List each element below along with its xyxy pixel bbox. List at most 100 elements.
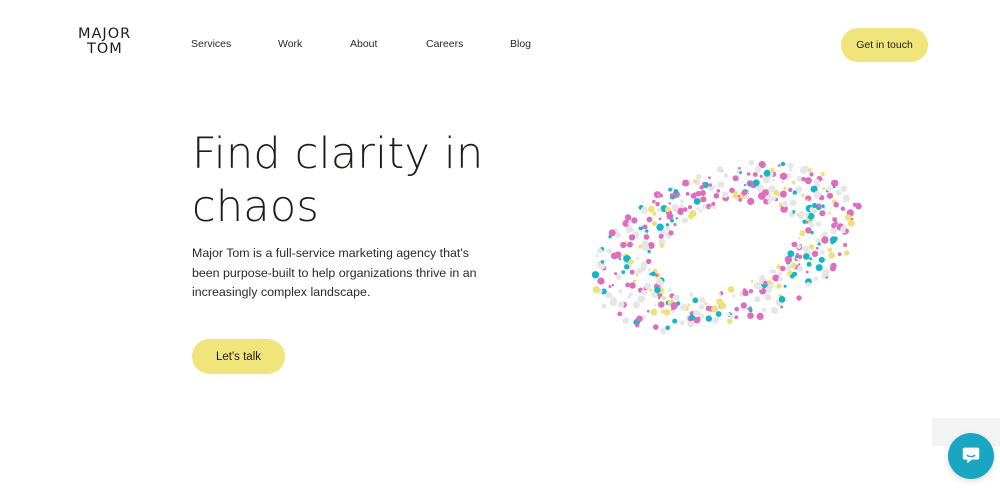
particle-dot: [668, 187, 672, 192]
particle-dot: [639, 224, 642, 228]
particle-dot: [807, 168, 812, 173]
particle-dot: [763, 280, 768, 286]
particle-dot: [626, 230, 630, 234]
particle-dot: [805, 282, 811, 288]
particle-dot: [705, 315, 712, 322]
particle-dot: [634, 302, 637, 306]
particle-dot: [653, 324, 659, 330]
particle-dot: [742, 288, 747, 293]
particle-dot: [797, 265, 804, 272]
chat-button[interactable]: [948, 433, 994, 479]
particle-dot: [770, 168, 775, 173]
particle-dot: [828, 211, 831, 215]
particle-dot: [692, 179, 698, 184]
logo[interactable]: MAJOR TOM: [78, 27, 138, 57]
nav-item-services[interactable]: Services: [191, 37, 278, 51]
particle-dot: [671, 309, 675, 314]
particle-dot: [693, 310, 701, 318]
nav-item-work[interactable]: Work: [278, 37, 350, 51]
particle-dot: [727, 312, 731, 317]
particle-dot: [783, 284, 787, 288]
particle-dot: [708, 176, 711, 180]
particle-dot: [748, 289, 754, 294]
particle-dot: [632, 301, 640, 309]
particle-dot: [721, 191, 729, 198]
particle-dot: [819, 210, 826, 217]
particle-dot: [746, 172, 751, 176]
particle-dot: [718, 292, 721, 296]
particle-dot: [788, 168, 793, 172]
main-nav: Services Work About Careers Blog: [191, 37, 550, 51]
particle-dot: [623, 261, 627, 265]
particle-dot: [656, 223, 664, 231]
particle-dot: [734, 306, 739, 312]
particle-dot: [772, 179, 775, 182]
particle-dot: [655, 201, 660, 207]
particle-dot: [631, 217, 638, 224]
particle-dot: [679, 320, 685, 326]
particle-dot: [744, 194, 750, 200]
particle-dot: [642, 224, 648, 230]
particle-dot: [798, 254, 803, 259]
particle-dot: [675, 217, 678, 220]
particle-dot: [596, 254, 599, 257]
particle-dot: [729, 187, 735, 194]
particle-dot: [695, 174, 702, 180]
particle-dot: [712, 317, 719, 324]
particle-dot: [830, 262, 837, 270]
particle-dot: [701, 182, 706, 186]
particle-dot: [763, 170, 771, 177]
particle-dot: [806, 261, 812, 267]
particle-dot: [778, 276, 783, 282]
particle-dot: [747, 191, 750, 194]
get-in-touch-button[interactable]: Get in touch: [841, 28, 928, 62]
particle-dot: [671, 204, 679, 212]
particle-dot: [765, 287, 772, 293]
particle-dot: [711, 201, 716, 206]
nav-item-careers[interactable]: Careers: [426, 37, 510, 51]
particle-dot: [807, 212, 815, 220]
particle-dot: [738, 198, 742, 202]
nav-item-blog[interactable]: Blog: [510, 37, 550, 51]
particle-dot: [764, 293, 772, 301]
lets-talk-button[interactable]: Let's talk: [192, 339, 285, 374]
particle-dot: [844, 214, 852, 221]
particle-dot: [840, 206, 846, 211]
particle-dot: [797, 236, 801, 240]
particle-dot: [799, 230, 806, 237]
particle-dot: [826, 192, 834, 199]
particle-dot: [758, 285, 763, 290]
particle-dot: [855, 202, 862, 210]
particle-dot: [831, 222, 837, 229]
particle-dot: [647, 309, 650, 313]
particle-dot: [668, 288, 672, 292]
particle-dot: [771, 195, 776, 201]
particle-dot: [762, 189, 769, 196]
particle-dot: [631, 228, 635, 232]
particle-dot: [658, 193, 663, 198]
particle-dot: [618, 289, 623, 294]
particle-dot: [659, 243, 664, 248]
particle-dot: [621, 270, 626, 274]
particle-dot: [820, 171, 825, 177]
particle-dot: [796, 295, 802, 301]
particle-dot: [660, 328, 667, 335]
particle-dot: [843, 250, 850, 256]
particle-dot: [685, 192, 690, 196]
particle-dot: [699, 296, 705, 302]
particle-dot: [658, 301, 665, 308]
particle-dot: [789, 199, 797, 207]
particle-dot: [789, 210, 793, 214]
particle-dot: [732, 294, 736, 298]
particle-dot: [611, 283, 615, 287]
particle-dot: [644, 282, 651, 290]
particle-dot: [827, 247, 833, 252]
particle-dot: [605, 291, 612, 299]
particle-dot: [673, 294, 680, 301]
particle-dot: [687, 303, 690, 306]
particle-dot: [680, 304, 687, 311]
particle-dot: [750, 279, 754, 283]
particle-dot: [680, 199, 685, 204]
nav-item-about[interactable]: About: [350, 37, 426, 51]
particle-dot: [804, 177, 812, 185]
